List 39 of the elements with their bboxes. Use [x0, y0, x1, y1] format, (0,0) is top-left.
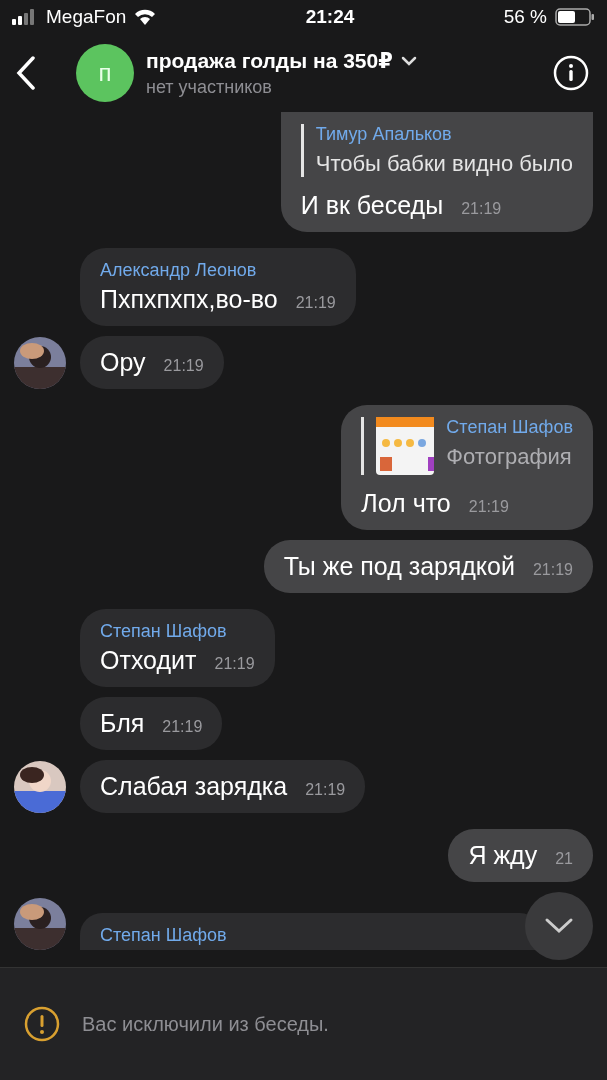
message-time: 21:19	[163, 357, 204, 375]
back-icon[interactable]	[16, 56, 36, 90]
message-time: 21:19	[468, 498, 509, 516]
carrier-name: MegaFon	[46, 6, 127, 28]
reply-sender: Тимур Апальков	[315, 124, 453, 145]
message-text: Слабая зарядка	[100, 772, 288, 801]
wifi-icon	[134, 9, 157, 25]
message-text: Пхпхпхпх,во-во	[100, 285, 278, 314]
message-text: Бля	[100, 709, 145, 738]
chat-subtitle: нет участников	[146, 76, 273, 98]
message-time: 21:19	[305, 781, 346, 799]
notice-text: Вас исключили из беседы.	[82, 1012, 329, 1036]
message-text: Я жду	[468, 841, 538, 870]
message-text: И вк беседы	[300, 191, 444, 220]
message-time: 21	[555, 850, 573, 868]
chevron-down-icon[interactable]	[400, 55, 417, 66]
reply-text: Чтобы бабки видно было	[315, 151, 573, 177]
chat-avatar: п	[76, 44, 134, 102]
message-text: Ты же под зарядкой	[283, 552, 515, 581]
message-text: Лол что	[361, 489, 451, 518]
message-time: 21:19	[461, 200, 502, 218]
message-time: 21:19	[532, 561, 573, 579]
chat-title[interactable]: продажа голды на 350₽	[146, 48, 393, 73]
message-text: Отходит	[100, 646, 197, 675]
message-time: 21:19	[295, 294, 336, 312]
reply-sender: Степан Шафов	[446, 417, 573, 438]
chevron-down-icon	[544, 917, 574, 935]
info-icon[interactable]	[553, 55, 589, 91]
clock-time: 21:24	[305, 6, 355, 28]
sender-name: Степан Шафов	[100, 621, 228, 642]
message-text: Ору	[100, 348, 146, 377]
reply-text: Фотография	[446, 444, 573, 470]
message-time: 21:19	[214, 655, 255, 673]
battery-icon	[555, 8, 595, 26]
sender-name: Степан Шафов	[100, 925, 228, 946]
message-time: 21:19	[162, 718, 203, 736]
battery-percent: 56 %	[503, 6, 547, 28]
sender-name: Александр Леонов	[100, 260, 258, 281]
warning-icon	[24, 1006, 60, 1042]
